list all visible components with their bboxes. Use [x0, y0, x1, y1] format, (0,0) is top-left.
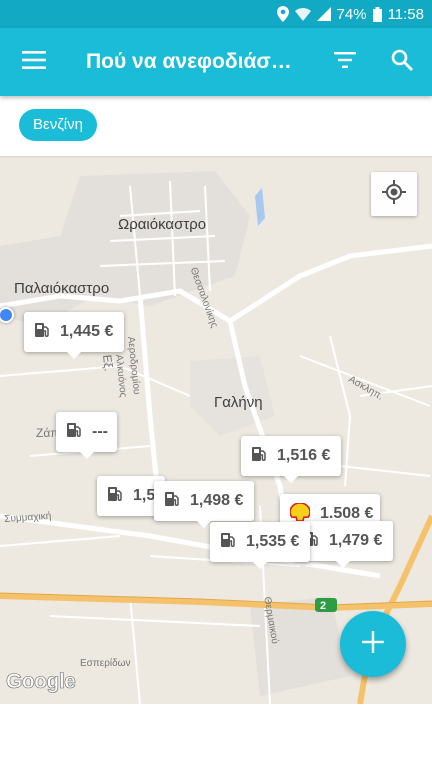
station-price: 1,516 €: [277, 447, 331, 464]
search-icon: [391, 49, 413, 76]
station-price: 1,479 €: [329, 532, 383, 549]
station-price: 1,5: [133, 487, 156, 504]
map-label-oraiokastro: Ωραιόκαστρο: [118, 216, 207, 233]
add-price-button[interactable]: [340, 611, 406, 677]
battery-percent: 74%: [336, 5, 367, 23]
station-marker[interactable]: ---: [56, 412, 117, 459]
station-marker[interactable]: 1,535 €: [210, 522, 310, 569]
map-label-galini: Γαλήνη: [214, 394, 263, 411]
station-price: ---: [92, 423, 108, 440]
fuel-pump-icon: [34, 322, 50, 343]
filter-chip-bar: Βενζίνη: [0, 96, 432, 156]
street-label-ex: Εξ.: [100, 354, 116, 373]
signal-icon: [316, 7, 331, 21]
status-bar: 74% 11:58: [0, 0, 432, 28]
route-badge-label: 2: [320, 600, 327, 612]
fuel-type-chip[interactable]: Βενζίνη: [19, 109, 97, 141]
bottom-blank-area: [0, 704, 432, 768]
page-title: Πού να ανεφοδιάσ…: [86, 50, 292, 73]
app-bar: Πού να ανεφοδιάσ…: [0, 28, 432, 96]
map-view[interactable]: 2 Ωραιόκαστρο Παλαιόκαστρο Γαλήνη Αεροδρ…: [0, 156, 432, 704]
search-button[interactable]: [378, 38, 426, 86]
battery-icon: [372, 6, 382, 22]
station-marker[interactable]: 1,516 €: [241, 436, 341, 483]
location-icon: [276, 6, 289, 22]
plus-icon: [362, 630, 384, 658]
station-marker[interactable]: 1,498 €: [154, 481, 254, 528]
fuel-pump-icon: [220, 532, 236, 553]
gps-target-icon: [382, 179, 406, 209]
app-screen: 74% 11:58 Πού να ανεφοδιάσ… Βενζίνη 2 Ωρ…: [0, 0, 432, 768]
fuel-pump-icon: [251, 446, 267, 467]
my-location-button[interactable]: [371, 172, 417, 216]
fuel-pump-icon: [107, 486, 123, 507]
map-label-palaiokastro: Παλαιόκαστρο: [14, 280, 110, 297]
clock: 11:58: [387, 5, 424, 23]
fuel-pump-icon: [164, 491, 180, 512]
station-marker[interactable]: 1,445 €: [24, 312, 124, 359]
street-label-esperidon: Εσπερίδων: [80, 658, 131, 669]
station-price: 1,535 €: [246, 533, 300, 550]
menu-button[interactable]: [10, 38, 58, 86]
filter-icon: [334, 51, 356, 73]
station-price: 1,445 €: [60, 323, 114, 340]
filter-button[interactable]: [321, 38, 369, 86]
station-price: 1,498 €: [190, 492, 244, 509]
wifi-icon: [294, 7, 311, 21]
hamburger-menu-icon: [22, 50, 46, 74]
fuel-pump-icon: [66, 422, 82, 443]
google-logo: Google: [6, 670, 76, 694]
